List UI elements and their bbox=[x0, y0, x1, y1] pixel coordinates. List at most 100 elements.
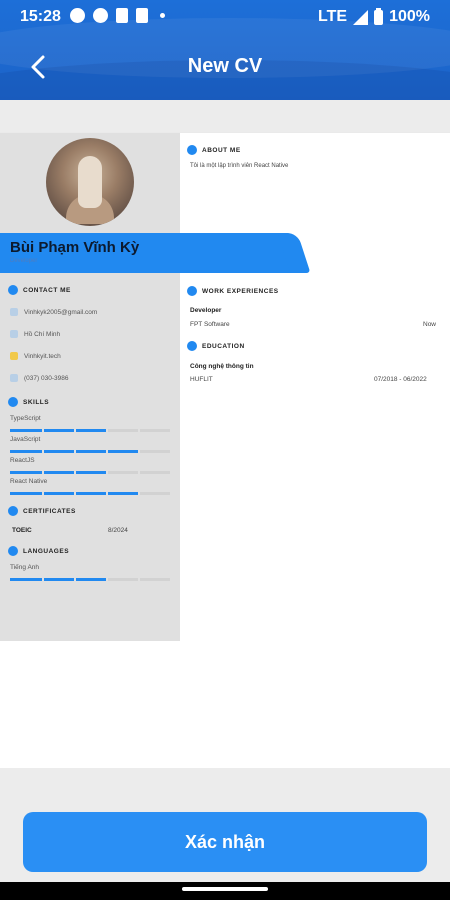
skill-level-bar bbox=[10, 492, 170, 495]
cv-preview: Bùi Phạm Vĩnh Kỳ Developer CONTACT ME Vi… bbox=[0, 133, 450, 641]
education-major: Công nghệ thông tin bbox=[190, 363, 254, 370]
status-bar: 15:28 LTE 100% bbox=[0, 0, 450, 34]
home-gesture-handle[interactable] bbox=[182, 887, 268, 891]
web-icon bbox=[10, 352, 18, 360]
mail-icon bbox=[10, 308, 18, 316]
avatar bbox=[46, 138, 134, 226]
network-label: LTE bbox=[318, 8, 348, 25]
work-period: Now bbox=[423, 321, 437, 328]
skill-item: ReactJS bbox=[10, 457, 170, 474]
language-level-fill bbox=[10, 578, 106, 581]
message-icon bbox=[70, 8, 85, 23]
shopping-icon bbox=[136, 8, 148, 23]
skill-name: ReactJS bbox=[10, 457, 35, 464]
skill-level-fill bbox=[10, 471, 106, 474]
blank-area bbox=[0, 641, 450, 768]
battery-label: 100% bbox=[389, 8, 430, 25]
notification-icons bbox=[70, 8, 165, 23]
confirm-button[interactable]: Xác nhận bbox=[23, 812, 427, 872]
briefcase-icon bbox=[187, 286, 197, 296]
more-notifications-icon bbox=[160, 13, 165, 18]
skill-bar-divider bbox=[74, 450, 76, 453]
page-title: New CV bbox=[187, 55, 263, 77]
contact-section-heading: CONTACT ME bbox=[8, 285, 71, 295]
name-banner-tail bbox=[277, 233, 311, 273]
contact-item: (037) 030-3986 bbox=[10, 374, 68, 382]
about-section-heading: ABOUT ME bbox=[187, 145, 241, 155]
skill-level-bar bbox=[10, 450, 170, 453]
language-level-bar bbox=[10, 578, 170, 581]
education-section-heading: EDUCATION bbox=[187, 341, 245, 351]
skill-bar-divider bbox=[106, 450, 108, 453]
skill-bar-divider bbox=[42, 450, 44, 453]
certificate-date: 8/2024 bbox=[108, 527, 128, 534]
certificate-name: TOEIC bbox=[12, 527, 32, 534]
skill-bar-divider bbox=[138, 429, 140, 432]
battery-icon bbox=[374, 7, 384, 25]
avatar-photo-subject bbox=[78, 156, 102, 208]
skill-bar-divider bbox=[138, 492, 140, 495]
system-nav-bar bbox=[0, 882, 450, 900]
education-school: HUFLIT bbox=[190, 376, 213, 383]
contact-location: Hồ Chí Minh bbox=[24, 330, 61, 338]
skill-name: JavaScript bbox=[10, 436, 41, 443]
contact-website: Vinhkyit.tech bbox=[24, 352, 61, 360]
skill-level-bar bbox=[10, 471, 170, 474]
skill-bar-divider bbox=[42, 471, 44, 474]
messenger-icon bbox=[93, 8, 108, 23]
education-icon bbox=[187, 341, 197, 351]
skill-level-bar bbox=[10, 429, 170, 432]
skill-bar-divider bbox=[106, 429, 108, 432]
contact-phone: (037) 030-3986 bbox=[24, 374, 69, 382]
skill-bar-divider bbox=[74, 492, 76, 495]
skills-heading-label: SKILLS bbox=[23, 398, 50, 406]
work-company: FPT Software bbox=[190, 321, 230, 328]
skill-bar-divider bbox=[138, 450, 140, 453]
contact-icon bbox=[8, 285, 18, 295]
skill-bar-divider bbox=[74, 471, 76, 474]
work-heading-label: WORK EXPERIENCES bbox=[202, 287, 279, 295]
skill-level-fill bbox=[10, 429, 106, 432]
about-heading-label: ABOUT ME bbox=[202, 146, 241, 154]
phone-icon bbox=[10, 374, 18, 382]
skill-name: TypeScript bbox=[10, 415, 41, 422]
education-period: 07/2018 - 06/2022 bbox=[374, 376, 427, 383]
language-icon bbox=[8, 546, 18, 556]
contact-email: Vinhkyk2005@gmail.com bbox=[24, 308, 98, 316]
about-text: Tôi là một lập trình viên React Native bbox=[190, 163, 289, 169]
skill-bar-divider bbox=[106, 492, 108, 495]
cv-job-title: Developer bbox=[10, 258, 38, 264]
language-bar-divider bbox=[138, 578, 140, 581]
signal-icon bbox=[353, 9, 369, 25]
language-name: Tiếng Anh bbox=[10, 564, 40, 571]
skill-item: JavaScript bbox=[10, 436, 170, 453]
certificates-section-heading: CERTIFICATES bbox=[8, 506, 76, 516]
skill-bar-divider bbox=[74, 429, 76, 432]
status-time: 15:28 bbox=[20, 8, 61, 25]
cv-name: Bùi Phạm Vĩnh Kỳ bbox=[10, 239, 140, 256]
certificate-icon bbox=[8, 506, 18, 516]
skills-section-heading: SKILLS bbox=[8, 397, 49, 407]
skill-item: React Native bbox=[10, 478, 170, 495]
language-bar-divider bbox=[106, 578, 108, 581]
user-icon bbox=[187, 145, 197, 155]
language-item: Tiếng Anh bbox=[10, 564, 170, 581]
languages-heading-label: LANGUAGES bbox=[23, 547, 70, 555]
contact-item: Vinhkyk2005@gmail.com bbox=[10, 308, 97, 316]
skill-name: React Native bbox=[10, 478, 48, 485]
status-right: LTE 100% bbox=[318, 7, 430, 26]
contact-item: Vinhkyit.tech bbox=[10, 352, 61, 360]
contact-heading-label: CONTACT ME bbox=[23, 286, 71, 294]
skill-bar-divider bbox=[42, 492, 44, 495]
work-title: Developer bbox=[190, 307, 222, 314]
certificates-heading-label: CERTIFICATES bbox=[23, 507, 76, 515]
skill-bar-divider bbox=[42, 429, 44, 432]
skills-icon bbox=[8, 397, 18, 407]
location-icon bbox=[10, 330, 18, 338]
skill-bar-divider bbox=[138, 471, 140, 474]
skill-bar-divider bbox=[106, 471, 108, 474]
app-icon bbox=[116, 8, 128, 23]
app-header: 15:28 LTE 100% New CV bbox=[0, 0, 450, 100]
education-heading-label: EDUCATION bbox=[202, 342, 245, 350]
language-bar-divider bbox=[74, 578, 76, 581]
